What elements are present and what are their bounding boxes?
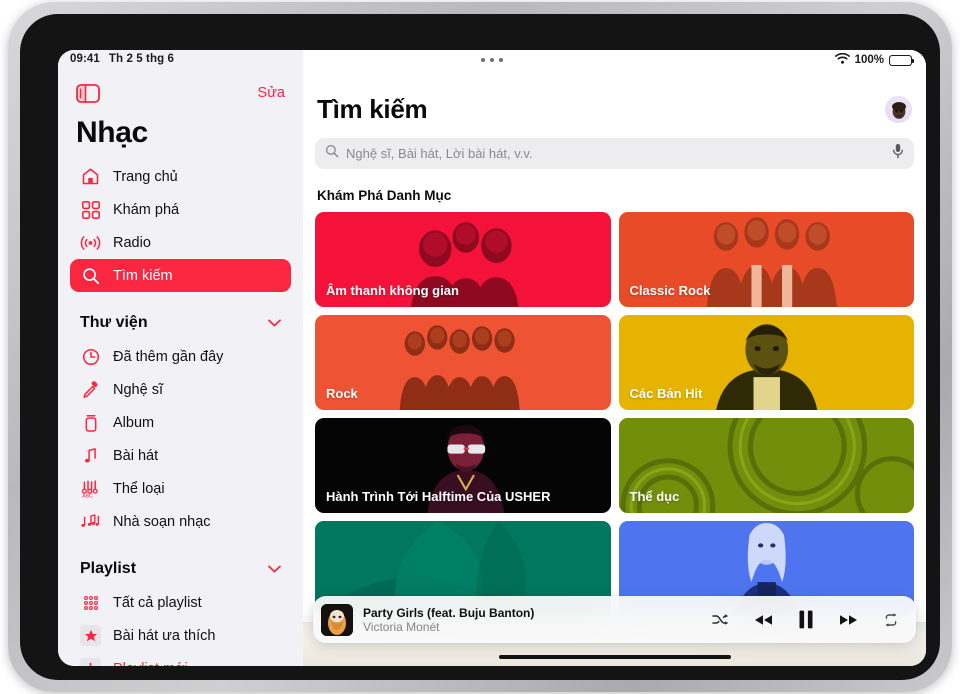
genres-icon: ABC xyxy=(80,478,101,499)
star-icon xyxy=(80,625,101,646)
sidebar-item-label: Tìm kiếm xyxy=(113,267,173,284)
section-label: Khám Phá Danh Mục xyxy=(317,188,452,203)
now-playing-text: Party Girls (feat. Buju Banton) Victoria… xyxy=(363,606,712,634)
sidebar-item-composers[interactable]: Nhà soạn nhạc xyxy=(70,505,291,538)
house-icon xyxy=(80,166,101,187)
rock-band-group xyxy=(399,325,520,410)
now-playing-title: Party Girls (feat. Buju Banton) xyxy=(363,605,535,620)
fast-forward-icon[interactable] xyxy=(837,612,860,628)
microphone-icon xyxy=(80,379,101,400)
sidebar-item-label: Đã thêm gần đây xyxy=(113,348,224,365)
category-card[interactable]: Classic Rock xyxy=(618,212,914,307)
album-artwork[interactable] xyxy=(321,603,353,636)
playback-controls xyxy=(712,610,903,629)
sidebar: Sửa Nhạc Trang chủ Khám phá Radio Tìm ki… xyxy=(58,50,303,666)
card-label: Hành Trình Tới Halftime Của USHER xyxy=(326,489,551,504)
sidebar-item-new-playlist[interactable]: Playlist mới xyxy=(70,652,291,666)
pause-icon[interactable] xyxy=(798,610,814,629)
sidebar-toggle-icon[interactable] xyxy=(76,83,100,103)
search-icon xyxy=(80,265,101,286)
category-card[interactable]: Các Bản Hit xyxy=(618,315,914,410)
sidebar-item-label: Radio xyxy=(113,234,151,251)
section-title: Thư viện xyxy=(80,314,148,331)
sidebar-item-label: Trang chủ xyxy=(113,168,178,185)
sidebar-item-label: Playlist mới xyxy=(113,661,188,667)
edit-button[interactable]: Sửa xyxy=(258,85,285,101)
sidebar-item-label: Khám phá xyxy=(113,201,180,218)
microphone-icon[interactable] xyxy=(892,143,904,164)
album-icon xyxy=(80,412,101,433)
main-inner: Tìm kiếm Nghệ sĩ, Bài hát, Lời bài hát, … xyxy=(303,50,926,616)
sidebar-item-recently-added[interactable]: Đã thêm gần đây xyxy=(70,340,291,373)
sidebar-item-albums[interactable]: Album xyxy=(70,406,291,439)
card-label: Thể dục xyxy=(629,489,680,504)
radio-broadcast-icon xyxy=(80,232,101,253)
composers-notes-icon xyxy=(80,511,101,532)
svg-text:ABC: ABC xyxy=(82,493,93,498)
main-content: Tìm kiếm Nghệ sĩ, Bài hát, Lời bài hát, … xyxy=(303,50,926,666)
clock-icon xyxy=(80,346,101,367)
sidebar-item-favorite-songs[interactable]: Bài hát ưa thích xyxy=(70,619,291,652)
avatar[interactable] xyxy=(885,96,912,123)
category-card[interactable]: Hành Trình Tới Halftime Của USHER xyxy=(315,418,611,513)
rewind-icon[interactable] xyxy=(752,612,775,628)
device-frame-outer: Sửa Nhạc Trang chủ Khám phá Radio Tìm ki… xyxy=(8,2,952,692)
card-label: Các Bản Hit xyxy=(629,386,703,401)
sidebar-item-label: Album xyxy=(113,414,155,431)
sidebar-item-songs[interactable]: Bài hát xyxy=(70,439,291,472)
library-section-header[interactable]: Thư viện xyxy=(70,306,291,340)
sidebar-item-radio[interactable]: Radio xyxy=(70,226,291,259)
now-playing-artist: Victoria Monét xyxy=(363,619,440,634)
sidebar-item-search[interactable]: Tìm kiếm xyxy=(70,259,291,292)
sidebar-item-label: Thể loại xyxy=(113,480,165,497)
playlist-section-header[interactable]: Playlist xyxy=(70,552,291,586)
chevron-down-icon[interactable] xyxy=(268,562,281,576)
sidebar-item-browse[interactable]: Khám phá xyxy=(70,193,291,226)
repeat-icon[interactable] xyxy=(883,612,899,627)
now-playing-bar[interactable]: Party Girls (feat. Buju Banton) Victoria… xyxy=(313,596,916,643)
card-label: Classic Rock xyxy=(629,283,711,298)
music-note-icon xyxy=(80,445,101,466)
sidebar-item-label: Nghệ sĩ xyxy=(113,381,163,398)
category-card[interactable]: Rock xyxy=(315,315,611,410)
sidebar-top-row: Sửa xyxy=(70,72,291,114)
tablet-screen: Sửa Nhạc Trang chủ Khám phá Radio Tìm ki… xyxy=(58,50,926,666)
chevron-down-icon[interactable] xyxy=(268,316,281,330)
page-title: Tìm kiếm xyxy=(317,94,428,124)
card-label: Âm thanh không gian xyxy=(326,283,459,298)
sidebar-item-label: Bài hát ưa thích xyxy=(113,627,216,644)
category-card[interactable]: Thể dục xyxy=(618,418,914,513)
home-indicator[interactable] xyxy=(498,654,731,659)
shuffle-icon[interactable] xyxy=(712,613,729,627)
sidebar-item-artists[interactable]: Nghệ sĩ xyxy=(70,373,291,406)
sidebar-item-label: Tất cả playlist xyxy=(113,594,202,611)
search-icon xyxy=(325,144,339,163)
device-bezel: Sửa Nhạc Trang chủ Khám phá Radio Tìm ki… xyxy=(20,14,940,680)
card-label: Rock xyxy=(326,386,358,401)
sidebar-item-label: Nhà soạn nhạc xyxy=(113,513,211,530)
category-card-grid: Âm thanh không gian Classic Rock Rock Cá… xyxy=(315,212,914,616)
search-placeholder: Nghệ sĩ, Bài hát, Lời bài hát, v.v. xyxy=(346,146,533,161)
sidebar-item-label: Bài hát xyxy=(113,447,159,464)
main-header: Tìm kiếm xyxy=(315,50,914,125)
grid-squares-icon xyxy=(80,199,101,220)
sidebar-item-home[interactable]: Trang chủ xyxy=(70,160,291,193)
category-card[interactable]: Âm thanh không gian xyxy=(315,212,611,307)
app-title: Nhạc xyxy=(76,116,148,149)
dots-grid-icon xyxy=(80,592,101,613)
sidebar-item-all-playlists[interactable]: Tất cả playlist xyxy=(70,586,291,619)
search-input[interactable]: Nghệ sĩ, Bài hát, Lời bài hát, v.v. xyxy=(315,138,914,169)
section-title: Playlist xyxy=(80,560,137,577)
sidebar-item-genres[interactable]: ABC Thể loại xyxy=(70,472,291,505)
plus-icon xyxy=(80,658,101,666)
